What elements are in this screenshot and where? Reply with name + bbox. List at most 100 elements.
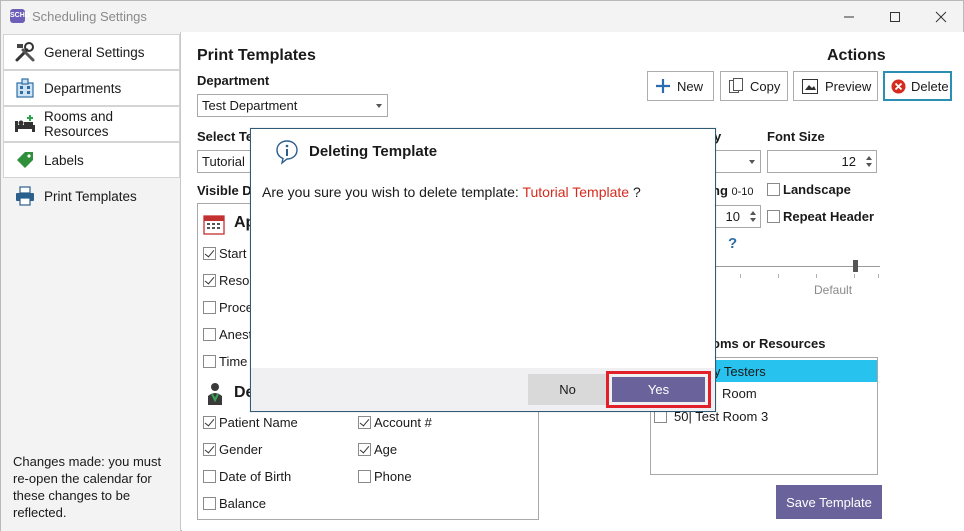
new-button[interactable]: New <box>647 71 714 101</box>
printer-icon <box>13 184 37 208</box>
field-label: Anest <box>219 327 253 342</box>
field-checkbox[interactable]: Time <box>203 354 247 369</box>
page-title: Print Templates <box>197 47 316 64</box>
checkbox[interactable] <box>203 274 216 287</box>
maximize-button[interactable] <box>872 1 918 32</box>
stepper-down-icon[interactable] <box>866 163 872 167</box>
field-checkbox[interactable]: Resou <box>203 273 257 288</box>
sidebar-item-departments[interactable]: Departments <box>3 70 180 106</box>
minimize-button[interactable] <box>826 1 872 32</box>
slider-tick <box>778 274 779 278</box>
landscape-label: Landscape <box>783 182 851 197</box>
building-icon <box>13 76 37 100</box>
sidebar-item-print-templates[interactable]: Print Templates <box>3 178 180 214</box>
spacing-range: 0-10 <box>731 186 754 198</box>
close-button[interactable] <box>918 1 964 32</box>
field-label: Gender <box>219 442 263 457</box>
sidebar-item-labels[interactable]: Labels <box>3 142 180 178</box>
sidebar-item-label: Labels <box>44 152 84 168</box>
sidebar-item-label: Departments <box>44 80 122 96</box>
settings-sidebar: General Settings Departments Rooms and R… <box>1 32 181 531</box>
field-checkbox[interactable]: Proce <box>203 300 253 315</box>
sidebar-item-label: Rooms and Resources <box>44 109 114 139</box>
field-checkbox[interactable]: Age <box>358 442 397 457</box>
checkbox[interactable] <box>358 416 371 429</box>
spacing-value: 10 <box>725 209 740 224</box>
checkbox[interactable] <box>767 210 780 223</box>
department-label: Department <box>197 73 270 88</box>
field-label: Age <box>374 442 398 457</box>
dialog-message: Are you sure you wish to delete template… <box>262 184 641 200</box>
font-family-select[interactable] <box>712 150 761 173</box>
checkbox[interactable] <box>358 470 371 483</box>
stepper-down-icon[interactable] <box>750 218 756 222</box>
copy-icon <box>729 78 743 94</box>
checkbox[interactable] <box>203 470 216 483</box>
checkbox[interactable] <box>203 247 216 260</box>
title-bar: SCHD Scheduling Settings <box>1 1 963 32</box>
app-icon: SCHD <box>10 9 30 23</box>
field-checkbox[interactable]: Phone <box>358 469 412 484</box>
field-checkbox[interactable]: Patient Name <box>203 415 298 430</box>
dialog-message-text: Are you sure you wish to delete template… <box>262 184 523 200</box>
field-checkbox[interactable]: Date of Birth <box>203 469 291 484</box>
stepper-up-icon[interactable] <box>750 211 756 215</box>
list-item-label: y Testers <box>714 363 766 379</box>
template-value: Tutorial <box>202 154 245 169</box>
changes-note: Changes made: you must re-open the calen… <box>13 454 162 520</box>
yes-button[interactable]: Yes <box>612 377 705 402</box>
dialog-title: Deleting Template <box>309 143 438 160</box>
landscape-checkbox[interactable]: Landscape <box>767 182 851 197</box>
field-checkbox[interactable]: Gender <box>203 442 262 457</box>
info-icon <box>275 139 299 168</box>
checkbox[interactable] <box>767 183 780 196</box>
field-label: Phone <box>374 469 412 484</box>
checkbox[interactable] <box>203 443 216 456</box>
checkbox[interactable] <box>203 497 216 510</box>
field-label: Patient Name <box>219 415 298 430</box>
sidebar-item-general-settings[interactable]: General Settings <box>3 34 180 70</box>
field-checkbox[interactable]: Account # <box>358 415 432 430</box>
department-select[interactable]: Test Department <box>197 94 388 117</box>
chevron-down-icon <box>376 104 382 108</box>
preview-label: Preview <box>825 78 872 94</box>
save-template-button[interactable]: Save Template <box>776 485 882 519</box>
copy-label: Copy <box>750 78 781 94</box>
template-name: Tutorial Template <box>522 184 630 200</box>
maximize-icon <box>890 12 900 22</box>
checkbox[interactable] <box>203 355 216 368</box>
calendar-icon <box>203 213 225 238</box>
delete-button[interactable]: Delete <box>883 71 952 101</box>
field-label: Account # <box>374 415 432 430</box>
checkbox[interactable] <box>203 301 216 314</box>
font-size-value: 12 <box>841 154 856 169</box>
spacing-stepper[interactable]: 10 <box>712 205 761 228</box>
tag-icon <box>13 148 37 172</box>
plus-icon <box>656 79 670 93</box>
delete-label: Delete <box>911 78 949 94</box>
field-checkbox[interactable]: Anest <box>203 327 252 342</box>
slider-thumb[interactable] <box>853 260 858 272</box>
stepper-up-icon[interactable] <box>866 156 872 160</box>
sidebar-item-rooms-and-resources[interactable]: Rooms and Resources <box>3 106 180 142</box>
new-label: New <box>677 78 704 94</box>
font-size-stepper[interactable]: 12 <box>767 150 877 173</box>
help-icon[interactable]: ? <box>728 235 737 252</box>
no-button[interactable]: No <box>528 374 607 405</box>
checkbox[interactable] <box>203 416 216 429</box>
preview-icon <box>802 78 818 94</box>
field-checkbox[interactable]: Balance <box>203 496 266 511</box>
bed-icon <box>13 112 37 136</box>
template-select[interactable]: Tutorial <box>197 150 257 173</box>
copy-button[interactable]: Copy <box>720 71 788 101</box>
minimize-icon <box>844 16 854 18</box>
department-value: Test Department <box>202 98 298 113</box>
checkbox[interactable] <box>358 443 371 456</box>
delete-confirmation-dialog: Deleting Template Are you sure you wish … <box>250 128 716 412</box>
patient-icon <box>206 382 224 409</box>
checkbox[interactable] <box>203 328 216 341</box>
delete-icon <box>891 79 906 94</box>
preview-button[interactable]: Preview <box>793 71 878 101</box>
chevron-down-icon <box>749 160 755 164</box>
repeat-header-checkbox[interactable]: Repeat Header <box>767 209 874 224</box>
